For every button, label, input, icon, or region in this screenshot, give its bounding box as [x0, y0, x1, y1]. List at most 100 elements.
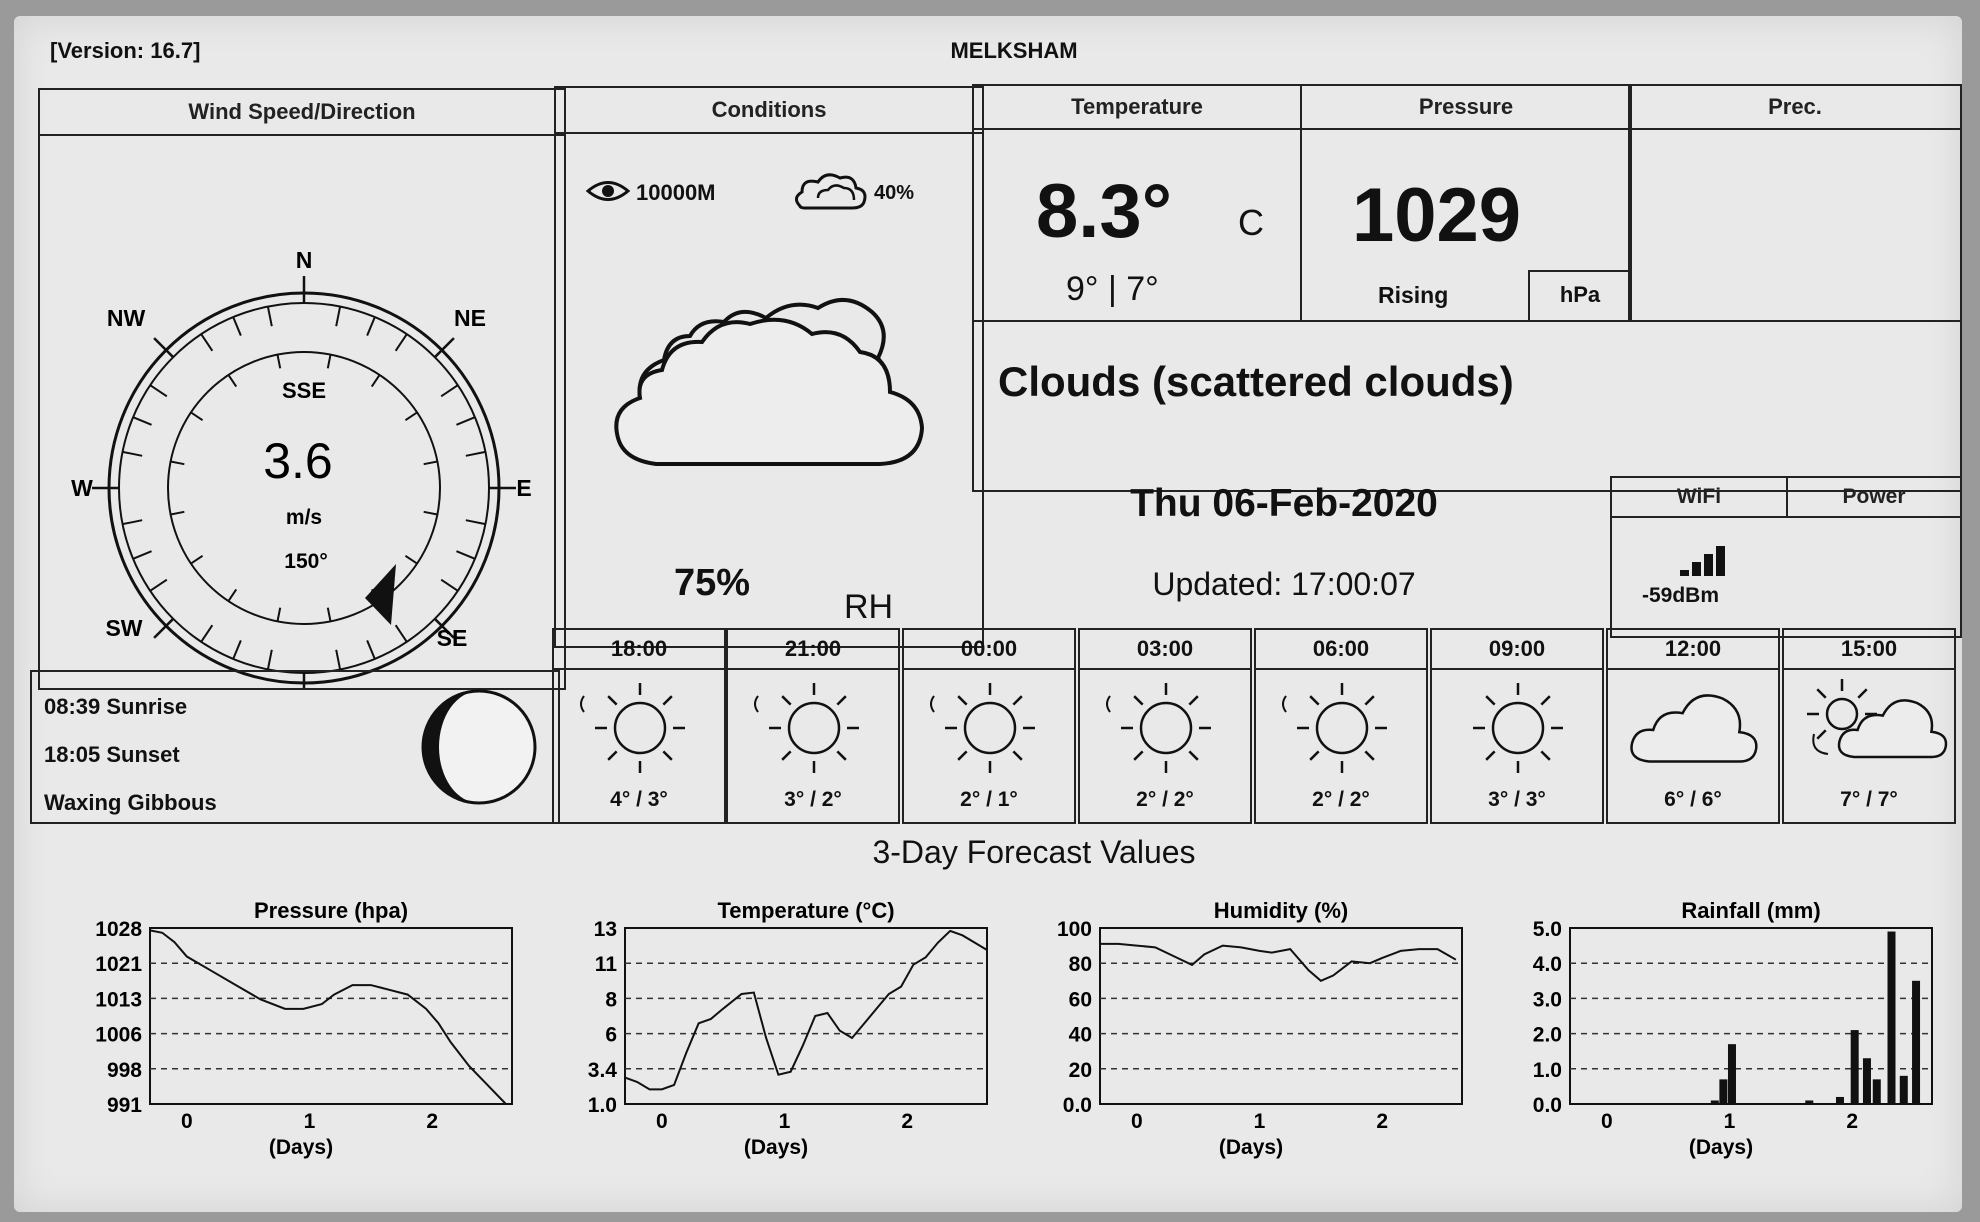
forecast-slot-0600: 06:00 2° / 2°	[1254, 628, 1428, 824]
x-tick-label: 1	[304, 1110, 316, 1133]
y-tick-label: 60	[1069, 988, 1092, 1011]
y-tick-label: 100	[1057, 918, 1092, 941]
sunset-time: 18:05 Sunset	[44, 742, 180, 767]
x-tick-label: 2	[1376, 1110, 1388, 1133]
clear-night-icon	[930, 683, 1035, 773]
compass-tick	[465, 519, 486, 526]
compass-e: E	[516, 475, 531, 501]
compass-tick	[266, 306, 273, 327]
y-tick-label: 8	[605, 988, 617, 1011]
cloud-cover-icon	[795, 173, 867, 210]
compass-inner-tick	[326, 354, 332, 369]
cloud-icon	[1630, 694, 1758, 763]
forecast-time: 15:00	[1784, 630, 1954, 670]
rain-bar	[1862, 1058, 1871, 1104]
pressure-panel-title: Pressure	[1302, 86, 1630, 130]
clear-night-icon	[1282, 683, 1387, 773]
x-tick-label: 2	[901, 1110, 913, 1133]
moon-waxing-gibbous-icon	[421, 689, 537, 805]
x-axis-label: (Days)	[1689, 1136, 1753, 1159]
clouds-condition-icon	[614, 298, 925, 466]
compass-inner-tick	[326, 607, 332, 622]
y-tick-label: 4.0	[1533, 953, 1562, 976]
compass-inner-tick	[423, 460, 438, 466]
chart-title: Rainfall (mm)	[1681, 898, 1820, 923]
rain-bar	[1719, 1079, 1728, 1104]
forecast-slot-2100: 21:00 3° / 2°	[726, 628, 900, 824]
forecast-time: 06:00	[1256, 630, 1426, 670]
location-name: MELKSHAM	[950, 38, 1078, 63]
pressure-trend: Rising	[1378, 282, 1449, 308]
forecast-temps: 6° / 6°	[1664, 788, 1722, 811]
weather-description: Clouds (scattered clouds)	[998, 358, 1514, 405]
chart-title: Humidity (%)	[1214, 898, 1348, 923]
rain-bar	[1887, 931, 1896, 1104]
x-tick-label: 1	[1724, 1110, 1736, 1133]
pressure-panel: Pressure 1029 Rising hPa	[1300, 84, 1632, 322]
wind-panel: Wind Speed/Direction N NW NE W E SW SE S…	[38, 88, 566, 690]
compass-ne: NE	[454, 305, 486, 331]
wifi-title: WiFi	[1612, 478, 1788, 518]
astro-panel: 08:39 Sunrise 18:05 Sunset Waxing Gibbou…	[30, 670, 560, 824]
forecast-time: 00:00	[904, 630, 1074, 670]
forecast-temps: 3° / 2°	[784, 788, 842, 811]
wifi-bar	[1704, 554, 1713, 576]
chart-rainfall: Rainfall (mm) 5.0 4.0 3.0 2.0 1.0 0.0 0 1 2 (Days)	[1533, 898, 1933, 1159]
compass-tick	[394, 333, 408, 352]
y-tick-label: 11	[595, 953, 618, 976]
sunrise-time: 08:39 Sunrise	[44, 694, 188, 719]
chart-frame	[149, 927, 513, 1105]
wifi-signal-icon	[1680, 546, 1725, 576]
forecast-temps: 2° / 1°	[960, 788, 1018, 811]
clear-night-icon	[1106, 683, 1211, 773]
humidity-value: 75%	[674, 562, 751, 604]
wind-direction-arrow-icon	[365, 564, 396, 625]
compass-tick	[232, 316, 242, 336]
compass-inner-tick	[404, 554, 418, 565]
forecast-slot-1500: 15:00 7° / 7°	[1782, 628, 1956, 824]
x-axis-label: (Days)	[1219, 1136, 1283, 1159]
y-tick-label: 1.0	[1533, 1059, 1562, 1082]
description-panel: Clouds (scattered clouds)	[972, 320, 1962, 492]
compass-tick	[122, 519, 143, 526]
y-tick-label: 3.0	[1533, 988, 1562, 1011]
compass-tick	[335, 306, 342, 327]
y-tick-label: 20	[1069, 1059, 1092, 1082]
weather-display: [Version: 16.7] MELKSHAM Wind Speed/Dire…	[14, 16, 1962, 1212]
x-tick-label: 1	[1254, 1110, 1266, 1133]
temperature-panel: Temperature 8.3° C 9° | 7°	[972, 84, 1302, 322]
compass-tick	[132, 416, 152, 426]
compass-sw: SW	[105, 615, 142, 641]
precipitation-panel: Prec.	[1628, 84, 1962, 322]
compass-tick	[394, 624, 408, 643]
y-tick-label: 40	[1069, 1024, 1092, 1047]
wind-speed-value: 3.6	[263, 433, 333, 489]
forecast-title: 3-Day Forecast Values	[872, 834, 1196, 870]
eye-visibility-icon	[586, 181, 630, 201]
wind-panel-title: Wind Speed/Direction	[40, 90, 564, 136]
compass-tick	[456, 416, 476, 426]
sun-icon	[1473, 683, 1563, 773]
y-tick-label: 1013	[95, 988, 142, 1011]
compass-inner-tick	[190, 411, 204, 422]
chart-temperature: Temperature (°C) 13 11 8 6 3.4 1.0 0 1 2 (Days)	[588, 898, 988, 1159]
compass-inner-tick	[370, 374, 381, 388]
series-line	[624, 929, 988, 1091]
chart-pressure: Pressure (hpa) 1028 1021 1013 1006 998 991 0 1 2 (…	[95, 898, 513, 1159]
x-axis-label: (Days)	[269, 1136, 333, 1159]
y-tick-label: 0.0	[1533, 1094, 1562, 1117]
y-tick-label: 2.0	[1533, 1024, 1562, 1047]
rain-bar	[1872, 1079, 1881, 1104]
compass-inner-tick	[170, 460, 185, 466]
x-tick-label: 2	[1846, 1110, 1858, 1133]
clear-night-icon	[754, 683, 859, 773]
y-tick-label: 998	[107, 1059, 142, 1082]
forecast-slot-1800: 18:00 4° / 3°	[552, 628, 726, 824]
wind-direction-label: SSE	[282, 378, 326, 403]
forecast-temps: 3° / 3°	[1488, 788, 1546, 811]
y-tick-label: 3.4	[588, 1059, 618, 1082]
forecast-time: 09:00	[1432, 630, 1602, 670]
conditions-panel-title: Conditions	[556, 88, 982, 134]
power-title: Power	[1788, 478, 1960, 518]
compass-inner-tick	[227, 588, 238, 602]
